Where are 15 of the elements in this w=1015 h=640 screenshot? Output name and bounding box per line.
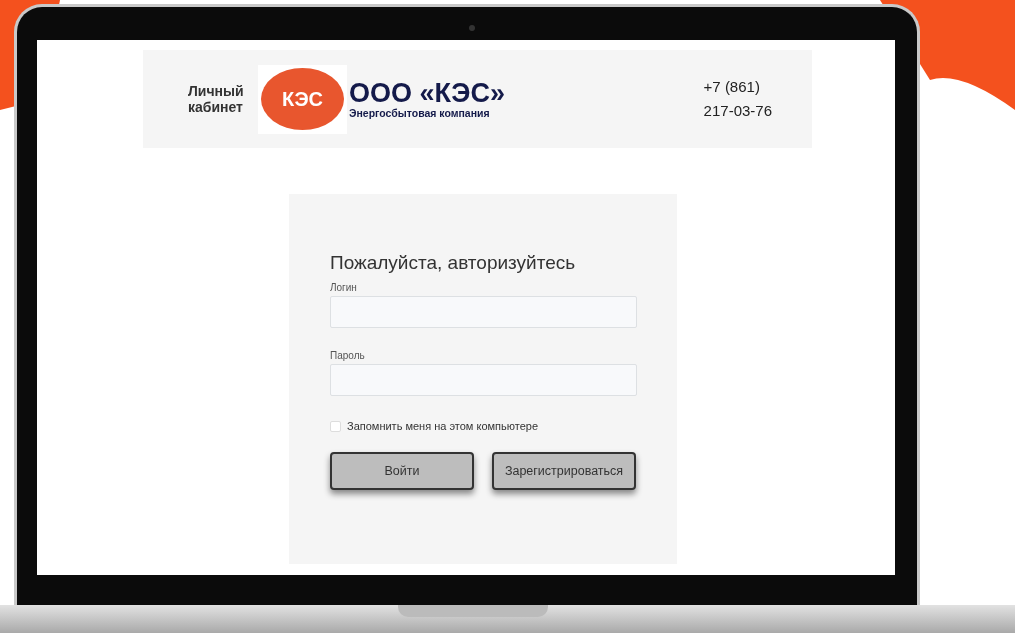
phone-number: +7 (861) (703, 77, 761, 97)
input-field[interactable] (330, 364, 637, 396)
cabinet-label: Личный кабинет (188, 83, 245, 115)
logo-text: КЭС (261, 68, 344, 130)
register-button[interactable]: Зарегистрироваться (492, 452, 636, 490)
field-label: Пароль (330, 350, 366, 361)
form-title: Пожалуйста, авторизуйтесь (330, 252, 577, 274)
field-label: Логин (330, 282, 358, 293)
remember-label: Запомнить меня на этом компьютере (347, 420, 539, 432)
company-subtitle: Энергосбытовая компания (349, 107, 491, 119)
input-field[interactable] (330, 296, 637, 328)
phone-number: 217-03-76 (703, 101, 772, 121)
company-name: ООО «КЭС» (349, 79, 506, 107)
login-button[interactable]: Войти (330, 452, 474, 490)
remember-checkbox[interactable] (330, 420, 341, 432)
